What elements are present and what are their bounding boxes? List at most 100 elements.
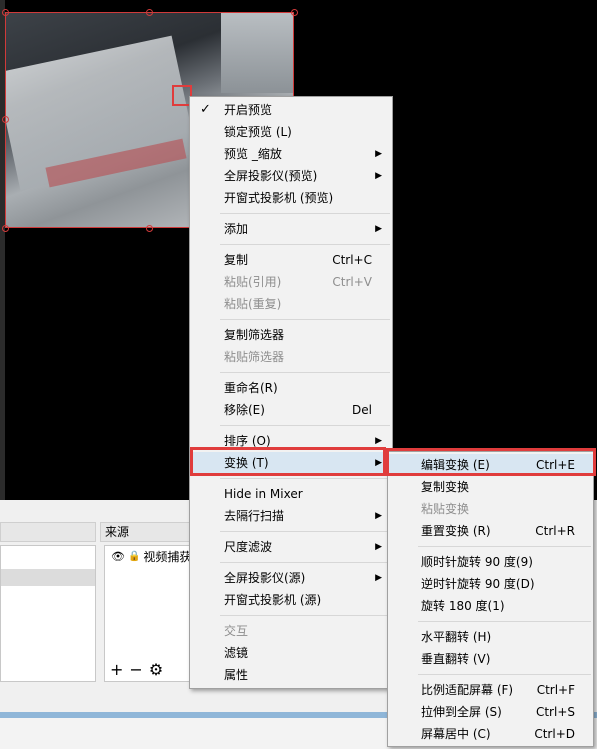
sources-title: 来源: [105, 525, 130, 539]
menu-item-edit-transform[interactable]: 编辑变换 (E) Ctrl+E: [388, 454, 593, 476]
menu-item-copy-transform[interactable]: 复制变换: [388, 476, 593, 498]
scenes-list[interactable]: [0, 545, 96, 682]
video-content: [221, 13, 293, 93]
menu-item-shortcut: Ctrl+C: [332, 253, 372, 267]
menu-item-label: 排序 (O): [224, 434, 271, 448]
menu-item-flip-vertical[interactable]: 垂直翻转 (V): [388, 648, 593, 670]
menu-item-label: 粘贴(引用): [224, 275, 282, 289]
transform-submenu: 编辑变换 (E) Ctrl+E 复制变换 粘贴变换 重置变换 (R) Ctrl+…: [387, 451, 594, 747]
submenu-arrow-icon: ▶: [375, 542, 382, 552]
menu-item-label: 重置变换 (R): [421, 524, 491, 538]
menu-separator: [418, 546, 591, 547]
menu-separator: [220, 213, 390, 214]
source-item[interactable]: 👁 🔒 视频捕获: [105, 546, 193, 566]
menu-item-fullscreen-projector-preview[interactable]: 全屏投影仪(预览) ▶: [190, 165, 392, 187]
menu-item-rotate-180[interactable]: 旋转 180 度(1): [388, 595, 593, 617]
menu-item-label: 重命名(R): [224, 381, 278, 395]
submenu-arrow-icon: ▶: [375, 436, 382, 446]
sources-dock-header: 来源: [100, 522, 194, 542]
menu-item-label: 编辑变换 (E): [421, 458, 490, 472]
menu-item-scale-filtering[interactable]: 尺度滤波 ▶: [190, 536, 392, 558]
menu-item-properties[interactable]: 属性: [190, 664, 392, 686]
menu-item-paste-transform: 粘贴变换: [388, 498, 593, 520]
menu-item-label: 全屏投影仪(源): [224, 571, 306, 585]
menu-item-label: 复制筛选器: [224, 328, 285, 342]
menu-item-rename[interactable]: 重命名(R): [190, 377, 392, 399]
eye-icon[interactable]: 👁: [111, 550, 125, 563]
resize-handle[interactable]: [2, 9, 9, 16]
resize-handle[interactable]: [2, 225, 9, 232]
scene-row-selected[interactable]: [1, 569, 95, 586]
menu-item-label: 复制: [224, 253, 249, 267]
menu-item-shortcut: Ctrl+S: [535, 705, 575, 719]
menu-item-fullscreen-projector-source[interactable]: 全屏投影仪(源) ▶: [190, 567, 392, 589]
menu-item-shortcut: Ctrl+D: [534, 727, 575, 741]
menu-item-add[interactable]: 添加 ▶: [190, 218, 392, 240]
menu-item-shortcut: Ctrl+F: [536, 683, 575, 697]
menu-item-label: 顺时针旋转 90 度(9): [421, 555, 533, 569]
menu-item-shortcut: Ctrl+R: [535, 524, 575, 538]
menu-separator: [220, 244, 390, 245]
menu-item-reset-transform[interactable]: 重置变换 (R) Ctrl+R: [388, 520, 593, 542]
submenu-arrow-icon: ▶: [375, 224, 382, 234]
menu-item-deinterlacing[interactable]: 去隔行扫描 ▶: [190, 505, 392, 527]
menu-item-rotate-cw[interactable]: 顺时针旋转 90 度(9): [388, 551, 593, 573]
menu-item-flip-horizontal[interactable]: 水平翻转 (H): [388, 626, 593, 648]
scenes-dock-header: [0, 522, 96, 542]
menu-item-shortcut: Ctrl+E: [536, 458, 575, 472]
menu-item-shortcut: Ctrl+V: [332, 275, 372, 289]
menu-item-label: 逆时针旋转 90 度(D): [421, 577, 535, 591]
menu-item-rotate-ccw[interactable]: 逆时针旋转 90 度(D): [388, 573, 593, 595]
menu-item-transform[interactable]: 变换 (T) ▶: [190, 452, 392, 474]
menu-item-filters[interactable]: 滤镜: [190, 642, 392, 664]
lock-icon[interactable]: 🔒: [128, 551, 140, 562]
add-source-button[interactable]: +: [110, 660, 123, 679]
menu-item-remove[interactable]: 移除(E) Del: [190, 399, 392, 421]
menu-item-stretch-to-screen[interactable]: 拉伸到全屏 (S) Ctrl+S: [388, 701, 593, 723]
menu-item-hide-in-mixer[interactable]: Hide in Mixer: [190, 483, 392, 505]
menu-item-windowed-projector-preview[interactable]: 开窗式投影机 (预览): [190, 187, 392, 209]
source-settings-button[interactable]: ⚙: [149, 660, 163, 679]
menu-item-label: 去隔行扫描: [224, 509, 285, 523]
menu-item-lock-preview[interactable]: 锁定预览 (L): [190, 121, 392, 143]
menu-item-shortcut: Del: [352, 403, 372, 417]
menu-item-enable-preview[interactable]: ✓ 开启预览: [190, 99, 392, 121]
menu-separator: [418, 621, 591, 622]
resize-handle[interactable]: [291, 9, 298, 16]
menu-item-interact: 交互: [190, 620, 392, 642]
submenu-arrow-icon: ▶: [375, 458, 382, 468]
menu-item-label: 添加: [224, 222, 249, 236]
menu-item-label: 预览 _缩放: [224, 147, 282, 161]
sources-toolbar: + − ⚙: [104, 656, 194, 682]
menu-item-label: 移除(E): [224, 403, 265, 417]
source-item-label: 视频捕获: [143, 549, 192, 564]
menu-item-label: 屏幕居中 (C): [421, 727, 491, 741]
menu-item-center-to-screen[interactable]: 屏幕居中 (C) Ctrl+D: [388, 723, 593, 745]
menu-separator: [220, 615, 390, 616]
menu-separator: [220, 478, 390, 479]
menu-item-label: 交互: [224, 624, 249, 638]
check-icon: ✓: [200, 102, 211, 117]
menu-item-copy-filters[interactable]: 复制筛选器: [190, 324, 392, 346]
menu-separator: [418, 674, 591, 675]
menu-item-order[interactable]: 排序 (O) ▶: [190, 430, 392, 452]
menu-item-fit-to-screen[interactable]: 比例适配屏幕 (F) Ctrl+F: [388, 679, 593, 701]
menu-item-paste-duplicate: 粘贴(重复): [190, 293, 392, 315]
menu-item-paste-filters: 粘贴筛选器: [190, 346, 392, 368]
menu-item-label: 粘贴筛选器: [224, 350, 285, 364]
resize-handle[interactable]: [146, 9, 153, 16]
menu-item-label: 全屏投影仪(预览): [224, 169, 318, 183]
menu-item-windowed-projector-source[interactable]: 开窗式投影机 (源): [190, 589, 392, 611]
menu-item-copy[interactable]: 复制 Ctrl+C: [190, 249, 392, 271]
resize-handle[interactable]: [2, 116, 9, 123]
submenu-arrow-icon: ▶: [375, 511, 382, 521]
resize-handle[interactable]: [146, 225, 153, 232]
menu-item-preview-scaling[interactable]: 预览 _缩放 ▶: [190, 143, 392, 165]
menu-item-label: 水平翻转 (H): [421, 630, 492, 644]
remove-source-button[interactable]: −: [129, 660, 142, 679]
menu-item-label: 复制变换: [421, 480, 470, 494]
menu-item-label: 垂直翻转 (V): [421, 652, 491, 666]
menu-separator: [220, 319, 390, 320]
menu-item-paste-reference: 粘贴(引用) Ctrl+V: [190, 271, 392, 293]
menu-separator: [220, 531, 390, 532]
